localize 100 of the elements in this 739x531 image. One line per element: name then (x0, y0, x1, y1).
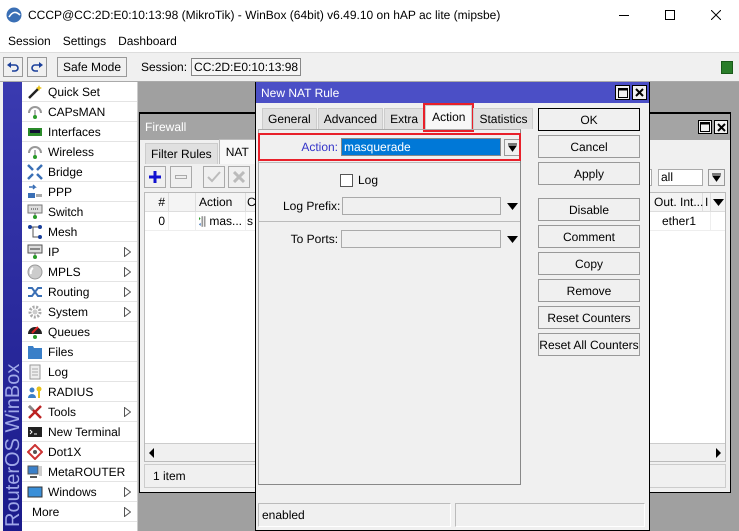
sidebar-item[interactable]: Quick Set (22, 82, 137, 102)
dialog-button[interactable]: Comment (538, 225, 640, 248)
dialog-button[interactable]: Remove (538, 279, 640, 302)
dialog-button[interactable]: Disable (538, 198, 640, 221)
sidebar-item[interactable]: Log (22, 362, 137, 382)
close-button[interactable] (714, 120, 728, 134)
user-key-icon (27, 384, 43, 400)
dropdown-arrow-icon[interactable] (506, 202, 518, 210)
maximize-button[interactable] (615, 85, 630, 100)
tab[interactable]: Action (425, 105, 472, 130)
sidebar-item[interactable]: Routing (22, 282, 137, 302)
sidebar-item[interactable]: Mesh (22, 222, 137, 242)
action-icon (199, 214, 206, 228)
check-icon (207, 171, 221, 183)
redo-icon (31, 62, 43, 72)
submenu-arrow-icon (124, 406, 131, 416)
field-label: Action: (300, 140, 340, 154)
close-icon (635, 88, 644, 97)
sidebar-item[interactable]: MPLS (22, 262, 137, 282)
safe-mode-button[interactable]: Safe Mode (57, 57, 127, 77)
dropdown-button[interactable] (708, 168, 725, 186)
dialog-button[interactable]: OK (538, 108, 640, 131)
tab[interactable]: NAT (218, 139, 256, 164)
column-header[interactable]: # (145, 193, 169, 211)
column-header[interactable]: Action (196, 193, 246, 211)
undo-button[interactable] (3, 57, 23, 77)
dome-icon (27, 324, 43, 340)
sidebar-item[interactable]: Switch (22, 202, 137, 222)
dropdown-arrow-icon[interactable] (506, 236, 518, 242)
switch-icon (27, 204, 43, 220)
table-cell: mas... (209, 214, 242, 228)
maximize-icon (618, 88, 628, 98)
tools-icon (27, 404, 43, 420)
antenna-icon (27, 144, 43, 160)
tab[interactable]: Statistics (473, 108, 534, 129)
wand-icon (27, 84, 43, 100)
dialog-button[interactable]: Cancel (538, 135, 640, 158)
app-logo-icon (6, 7, 22, 23)
sidebar-item[interactable]: New Terminal (22, 422, 137, 442)
tab[interactable]: General (262, 108, 317, 129)
sidebar-item[interactable]: CAPsMAN (22, 102, 137, 122)
arrows-icon (27, 164, 43, 180)
close-button[interactable] (632, 85, 647, 100)
window-icon (27, 484, 43, 500)
table-cell-text: s (246, 213, 254, 230)
folder-icon (27, 344, 43, 360)
dialog-button[interactable]: Reset Counters (538, 306, 640, 329)
filter-field[interactable]: all (658, 168, 703, 186)
maximize-button[interactable] (698, 120, 712, 134)
redo-button[interactable] (27, 57, 47, 77)
sidebar-item[interactable]: System (22, 302, 137, 322)
sidebar-item[interactable]: Queues (22, 322, 137, 342)
sidebar-item[interactable]: Dot1X (22, 442, 137, 462)
table-cell: ether1 (660, 212, 711, 230)
checkbox-label: Log (358, 173, 378, 187)
menu-item[interactable]: Session (4, 34, 55, 48)
table-cell: 0 (145, 212, 169, 230)
dropdown-arrow-icon[interactable] (712, 198, 724, 206)
sidebar-item[interactable]: Wireless (22, 142, 137, 162)
tab[interactable]: Advanced (318, 108, 384, 129)
sidebar-item[interactable]: MetaROUTER (22, 462, 137, 482)
sidebar-item[interactable]: PPP (22, 182, 137, 202)
menu-item[interactable]: Settings (58, 34, 110, 48)
sidebar-item[interactable]: Windows (22, 482, 137, 502)
dialog-button[interactable]: Reset All Counters (538, 333, 640, 356)
session-field[interactable]: CC:2D:E0:10:13:98 (191, 58, 302, 76)
gear-icon (27, 304, 43, 320)
tab[interactable]: Filter Rules (145, 143, 218, 164)
brand-label: RouterOS WinBox (3, 364, 22, 527)
sidebar-item[interactable]: RADIUS (22, 382, 137, 402)
mesh-icon (27, 224, 43, 240)
maximize-icon (665, 10, 675, 20)
sidebar-item[interactable]: Bridge (22, 162, 137, 182)
field-label: To Ports: (290, 232, 340, 246)
plus-icon (148, 170, 162, 184)
input-field[interactable] (341, 230, 502, 248)
computer-icon (27, 464, 43, 480)
minus-icon (175, 175, 187, 179)
add-button[interactable] (144, 166, 166, 188)
column-header[interactable]: Out. Int... (652, 193, 703, 211)
column-header[interactable]: I (703, 193, 711, 211)
tab[interactable]: Extra (384, 108, 424, 129)
dialog-title: New NAT Rule (261, 86, 340, 100)
dropdown-arrow-icon (508, 142, 517, 152)
diamond-icon (27, 444, 43, 460)
action-dropdown[interactable]: masquerade (341, 138, 502, 156)
menu-item[interactable]: Dashboard (114, 34, 181, 48)
dropdown-button[interactable] (504, 138, 520, 156)
dialog-button[interactable]: Apply (538, 162, 640, 185)
sidebar-item[interactable]: More (22, 502, 137, 522)
dialog-button[interactable]: Copy (538, 252, 640, 275)
sidebar-item[interactable]: Interfaces (22, 122, 137, 142)
log-checkbox[interactable] (340, 174, 353, 186)
input-field[interactable] (342, 197, 502, 215)
sidebar-item[interactable]: IP (22, 242, 137, 262)
column-header[interactable]: C (246, 193, 257, 211)
disc-icon (27, 264, 43, 280)
window-title: CCCP@CC:2D:E0:10:13:98 (MikroTik) - WinBox (64bit) v6.49.10 on hAP ac lite (mipsbe) (28, 8, 502, 22)
sidebar-item[interactable]: Files (22, 342, 137, 362)
sidebar-item[interactable]: Tools (22, 402, 137, 422)
